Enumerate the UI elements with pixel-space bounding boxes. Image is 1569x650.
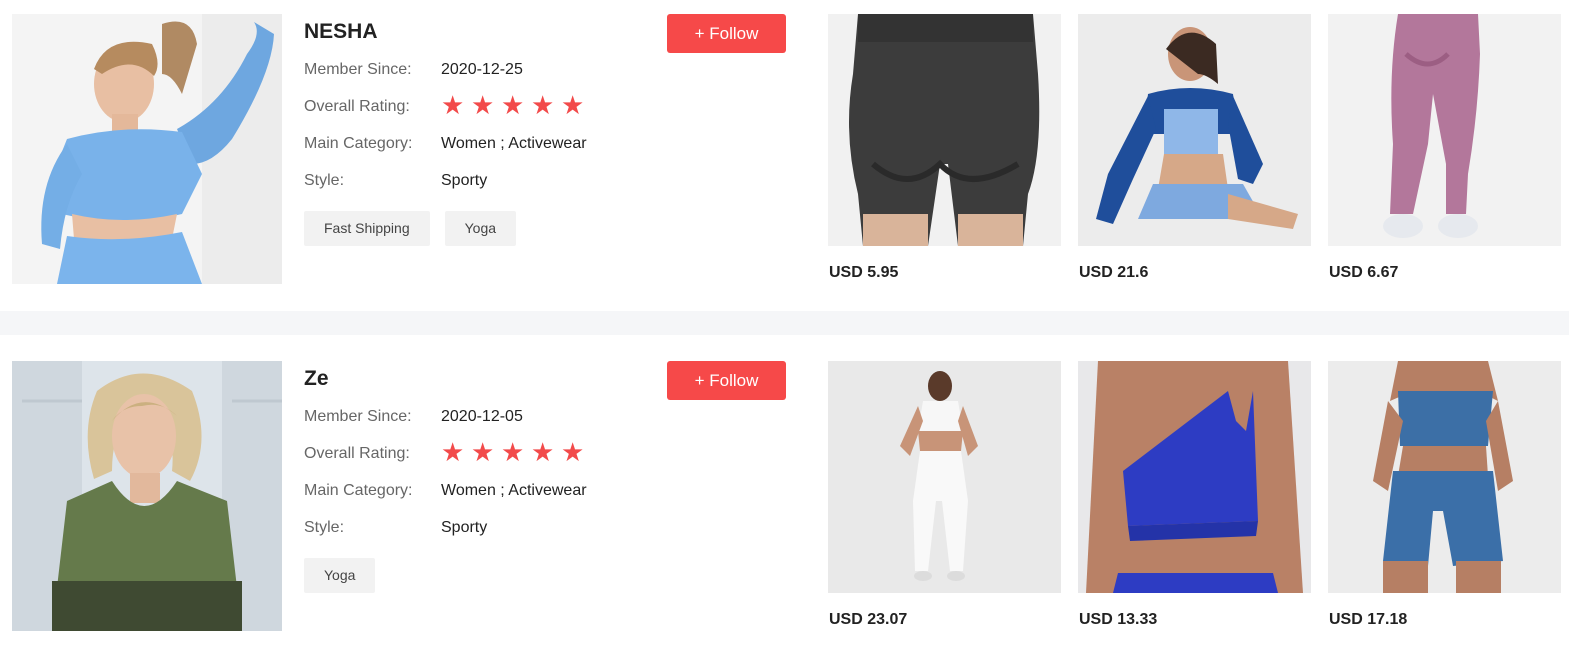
member-since-value: 2020-12-05: [441, 408, 523, 425]
tag-yoga[interactable]: Yoga: [444, 211, 517, 246]
main-category-label: Main Category:: [304, 482, 413, 499]
product-card[interactable]: USD 21.6: [1078, 14, 1311, 281]
rating-stars: ★ ★ ★ ★ ★: [441, 91, 591, 121]
store-thumbnail-image[interactable]: [12, 14, 282, 284]
star-icon: ★: [531, 91, 555, 121]
product-card[interactable]: USD 23.07: [828, 361, 1061, 628]
star-icon: ★: [471, 438, 495, 468]
store-tags: Fast Shipping Yoga: [304, 211, 531, 246]
product-price: USD 13.33: [1079, 611, 1158, 628]
product-image[interactable]: [1328, 361, 1561, 593]
store-tags: Yoga: [304, 558, 390, 593]
star-icon: ★: [561, 91, 585, 121]
product-price: USD 23.07: [829, 611, 908, 628]
product-card[interactable]: USD 5.95: [828, 14, 1061, 281]
store-card: NESHA Member Since: 2020-12-25 Overall R…: [0, 0, 1569, 300]
star-icon: ★: [561, 438, 585, 468]
overall-rating-label: Overall Rating:: [304, 98, 410, 115]
member-since-label: Member Since:: [304, 61, 412, 78]
style-label: Style:: [304, 519, 345, 536]
store-thumbnail-image[interactable]: [12, 361, 282, 631]
tag-yoga[interactable]: Yoga: [304, 558, 376, 593]
store-card: Ze Member Since: 2020-12-05 Overall Rati…: [0, 347, 1569, 647]
rating-stars: ★ ★ ★ ★ ★: [441, 438, 591, 468]
follow-button[interactable]: + Follow: [667, 14, 786, 53]
product-card[interactable]: USD 13.33: [1078, 361, 1311, 628]
star-icon: ★: [501, 91, 525, 121]
member-since-value: 2020-12-25: [441, 61, 523, 78]
main-category-value: Women ; Activewear: [441, 482, 587, 499]
style-value: Sporty: [441, 172, 488, 189]
product-image[interactable]: [1078, 14, 1311, 246]
section-divider: [0, 311, 1569, 335]
main-category-label: Main Category:: [304, 135, 413, 152]
product-price: USD 21.6: [1079, 264, 1149, 281]
store-name[interactable]: Ze: [304, 367, 329, 391]
store-name[interactable]: NESHA: [304, 20, 378, 44]
member-since-label: Member Since:: [304, 408, 412, 425]
star-icon: ★: [441, 438, 465, 468]
style-label: Style:: [304, 172, 345, 189]
style-value: Sporty: [441, 519, 488, 536]
star-icon: ★: [501, 438, 525, 468]
store-list-page: NESHA Member Since: 2020-12-25 Overall R…: [0, 0, 1569, 650]
product-price: USD 17.18: [1329, 611, 1408, 628]
tag-fast-shipping[interactable]: Fast Shipping: [304, 211, 430, 246]
product-price: USD 6.67: [1329, 264, 1399, 281]
follow-button[interactable]: + Follow: [667, 361, 786, 400]
product-image[interactable]: [1078, 361, 1311, 593]
product-price: USD 5.95: [829, 264, 899, 281]
product-image[interactable]: [828, 361, 1061, 593]
product-card[interactable]: USD 17.18: [1328, 361, 1561, 628]
star-icon: ★: [471, 91, 495, 121]
main-category-value: Women ; Activewear: [441, 135, 587, 152]
star-icon: ★: [441, 91, 465, 121]
product-image[interactable]: [828, 14, 1061, 246]
product-card[interactable]: USD 6.67: [1328, 14, 1561, 281]
product-image[interactable]: [1328, 14, 1561, 246]
star-icon: ★: [531, 438, 555, 468]
overall-rating-label: Overall Rating:: [304, 445, 410, 462]
